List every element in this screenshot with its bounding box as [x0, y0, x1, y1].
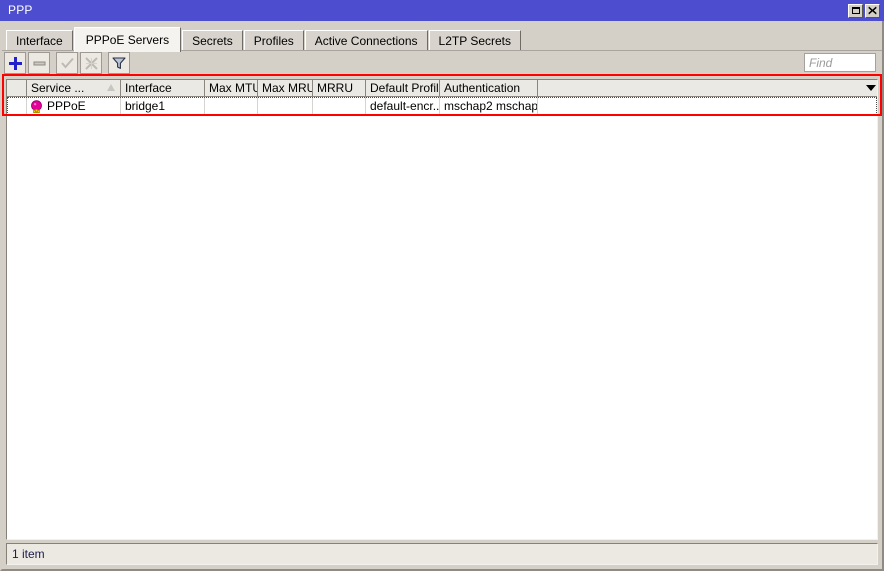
funnel-icon [112, 56, 126, 70]
cross-icon [84, 56, 98, 70]
tab-profiles-label: Profiles [253, 34, 294, 48]
row-gutter [7, 97, 27, 115]
find-box[interactable] [804, 53, 876, 72]
toolbar [0, 51, 884, 76]
table-header-row: Service ... Interface Max MTU Max MRU MR… [7, 80, 877, 97]
cell-max-mtu [205, 97, 258, 115]
column-header-interface[interactable]: Interface [121, 80, 205, 96]
pppoe-servers-table: Service ... Interface Max MTU Max MRU MR… [6, 79, 878, 540]
table-row[interactable]: PPPoE bridge1 default-encr... mschap2 ms… [7, 97, 877, 115]
add-button[interactable] [4, 52, 26, 74]
column-header-default-profile-label: Default Profile [370, 81, 440, 95]
maximize-icon [851, 7, 860, 14]
column-header-service[interactable]: Service ... [27, 80, 121, 96]
window-title: PPP [8, 3, 33, 17]
filter-button[interactable] [108, 52, 130, 74]
column-header-authentication[interactable]: Authentication [440, 80, 538, 96]
cell-authentication: mschap2 mschap... [440, 97, 538, 115]
column-header-max-mru[interactable]: Max MRU [258, 80, 313, 96]
tab-secrets-label: Secrets [192, 34, 233, 48]
column-header-mrru-label: MRRU [317, 81, 353, 95]
ppp-window: PPP Interface PPPoE Servers Secrets Prof… [0, 0, 884, 571]
sort-ascending-icon [107, 84, 115, 91]
column-menu-button[interactable] [861, 80, 877, 96]
close-icon [868, 6, 877, 15]
tab-l2tp-secrets-label: L2TP Secrets [438, 34, 511, 48]
column-header-max-mtu[interactable]: Max MTU [205, 80, 258, 96]
cell-default-profile: default-encr... [366, 97, 440, 115]
search-input[interactable] [805, 54, 875, 71]
column-header-mrru[interactable]: MRRU [313, 80, 366, 96]
tab-active-connections[interactable]: Active Connections [304, 30, 428, 51]
tab-interface[interactable]: Interface [6, 30, 73, 51]
column-header-max-mru-label: Max MRU [262, 81, 313, 95]
window-controls [848, 3, 884, 18]
remove-button[interactable] [28, 52, 50, 74]
tab-pppoe-servers-label: PPPoE Servers [85, 33, 170, 47]
column-header-spacer [538, 80, 861, 96]
column-header-gutter [7, 80, 27, 96]
column-header-interface-label: Interface [125, 81, 172, 95]
tab-secrets[interactable]: Secrets [182, 30, 243, 51]
close-button[interactable] [865, 3, 880, 18]
tab-active-connections-label: Active Connections [314, 34, 418, 48]
plus-icon [8, 56, 22, 70]
maximize-button[interactable] [848, 3, 863, 18]
pppoe-server-icon [30, 99, 43, 113]
disable-button[interactable] [80, 52, 102, 74]
status-bar: 1 item [6, 543, 878, 565]
cell-max-mru [258, 97, 313, 115]
title-bar: PPP [0, 0, 884, 21]
cell-service-label: PPPoE [47, 99, 86, 113]
chevron-down-icon [866, 85, 876, 91]
cell-spacer [538, 97, 877, 115]
minus-icon [33, 57, 46, 70]
tab-profiles[interactable]: Profiles [243, 30, 304, 51]
tab-pppoe-servers[interactable]: PPPoE Servers [73, 27, 182, 52]
tab-interface-label: Interface [16, 34, 63, 48]
cell-service: PPPoE [27, 97, 121, 115]
check-icon [60, 57, 74, 70]
tab-list: Interface PPPoE Servers Secrets Profiles… [6, 27, 522, 52]
item-count-label: 1 item [12, 547, 45, 561]
column-header-default-profile[interactable]: Default Profile [366, 80, 440, 96]
tab-l2tp-secrets[interactable]: L2TP Secrets [428, 30, 521, 51]
column-header-authentication-label: Authentication [444, 81, 521, 95]
cell-interface: bridge1 [121, 97, 205, 115]
cell-mrru [313, 97, 366, 115]
tab-strip: Interface PPPoE Servers Secrets Profiles… [0, 21, 884, 52]
toolbar-buttons [4, 52, 132, 74]
column-header-service-label: Service ... [31, 81, 85, 95]
column-header-max-mtu-label: Max MTU [209, 81, 258, 95]
enable-button[interactable] [56, 52, 78, 74]
